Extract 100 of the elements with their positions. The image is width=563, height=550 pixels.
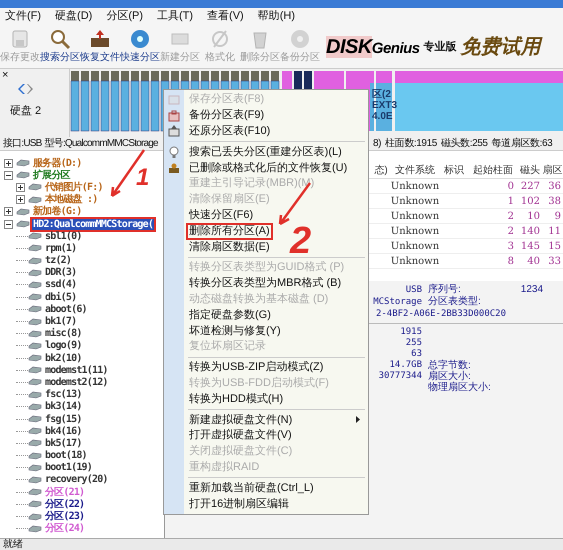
expander-icon[interactable] — [4, 220, 13, 229]
tree-item[interactable]: bk4(16) — [44, 426, 83, 437]
tree-item[interactable]: 新加卷(G:) — [32, 206, 82, 218]
drive-icon — [16, 159, 30, 168]
expander-icon[interactable] — [4, 170, 13, 180]
menu-item[interactable]: 坏道检测与修复(Y) — [188, 324, 282, 338]
tree-item[interactable]: 分区(22) — [44, 498, 86, 510]
column-header[interactable]: 态) — [372, 163, 390, 178]
expander-icon[interactable] — [16, 195, 25, 204]
toolbar-button[interactable]: 快速分区 — [120, 26, 160, 68]
tree-item[interactable]: aboot(6) — [44, 304, 88, 315]
table-cell-text: 1 — [506, 194, 515, 208]
column-header[interactable]: 文件系统 — [390, 163, 440, 178]
detail-value: 14.7GB — [389, 360, 422, 371]
menu-item[interactable]: 指定硬盘参数(G) — [188, 308, 272, 322]
tree-item[interactable]: rpm(1) — [44, 242, 78, 254]
tree-item[interactable]: tz(2) — [44, 255, 72, 266]
close-icon[interactable]: × — [2, 69, 8, 81]
menu-item[interactable]: 工具(T) — [157, 8, 194, 25]
tree-item[interactable]: DDR(3) — [44, 267, 78, 278]
detail-label: 扇区大小: — [428, 371, 471, 382]
tree-item[interactable]: modemst1(11) — [44, 364, 109, 376]
drive-icon — [28, 318, 42, 326]
toolbar-button[interactable]: 搜索分区 — [40, 26, 80, 68]
table-cell-text: 102 — [520, 194, 541, 208]
slashed-circle-icon — [209, 28, 231, 50]
tree-item[interactable]: bk3(14) — [44, 401, 83, 412]
tree-item[interactable]: boot(18) — [44, 450, 88, 462]
menu-item[interactable]: 新建虚拟硬盘文件(N) — [188, 414, 294, 427]
menu-item[interactable]: 转换分区表类型为MBR格式 (B) — [188, 277, 342, 290]
tree-item[interactable]: modemst2(12) — [44, 376, 109, 388]
tree-item[interactable]: 代销图片(F:) — [44, 182, 104, 193]
menu-item[interactable]: 打开虚拟硬盘文件(V) — [188, 429, 293, 442]
detail-label: 总字节数: — [428, 360, 472, 371]
toolbar-button[interactable]: 恢复文件 — [80, 26, 120, 68]
menu-item[interactable]: 删除所有分区(A) — [188, 224, 271, 238]
column-header[interactable]: 扇区 — [542, 163, 563, 178]
menu-item[interactable]: 打开16进制扇区编辑 — [188, 498, 290, 511]
drive-icon — [28, 256, 42, 265]
expander-icon[interactable] — [4, 207, 13, 216]
tree-item[interactable]: 服务器(D:) — [32, 158, 82, 169]
column-header[interactable]: 标识 — [440, 163, 468, 178]
tree-item[interactable]: fsc(13) — [44, 389, 83, 400]
menu-item[interactable]: 备份分区表(F9) — [188, 109, 266, 122]
drive-icon — [28, 452, 42, 460]
drive-icon — [28, 196, 42, 204]
table-cell-text: 9 — [554, 210, 562, 224]
tree-item[interactable]: boot1(19) — [44, 462, 93, 474]
drive-icon — [28, 427, 42, 436]
tree-item[interactable]: fsg(15) — [44, 414, 83, 425]
drive-icon — [28, 305, 42, 314]
table-cell-text: 36 — [547, 180, 562, 194]
annotation-number: 2 — [290, 222, 312, 260]
drive-icon — [28, 280, 42, 289]
table-cell-text: 227 — [520, 180, 541, 194]
tree-item[interactable]: bk5(17) — [44, 438, 83, 449]
disc-icon — [129, 28, 151, 50]
annotation-number: 1 — [136, 166, 150, 190]
tree-item[interactable]: bk1(7) — [44, 316, 78, 328]
table-cell-text: 3 — [506, 240, 515, 254]
tree-item[interactable]: logo(9) — [44, 340, 83, 352]
detail-value: USB — [406, 284, 422, 296]
menu-item[interactable]: 重新加载当前硬盘(Ctrl_L) — [188, 482, 315, 495]
menu-item[interactable]: 转换为HDD模式(H) — [188, 392, 284, 406]
menu-item[interactable]: 帮助(H) — [258, 8, 295, 25]
detail-value: 2-4BF2-A06E-2BB33D000C20 — [376, 308, 506, 320]
tree-item[interactable]: sbl1(0) — [44, 230, 83, 242]
tree-item[interactable]: 分区(23) — [44, 511, 86, 522]
menu-item[interactable]: 硬盘(D) — [55, 8, 92, 25]
detail-value: 1234 — [520, 284, 544, 297]
tree-item[interactable]: bk2(10) — [44, 352, 83, 364]
tree-item[interactable]: 扩展分区 — [32, 170, 71, 181]
tree-item[interactable]: misc(8) — [44, 328, 83, 340]
menu-item[interactable]: 转换为USB-ZIP启动模式(Z) — [188, 361, 324, 374]
tree-item[interactable]: recovery(20) — [44, 474, 109, 486]
column-header[interactable]: 磁头 — [518, 163, 542, 178]
menu-item[interactable]: 还原分区表(F10) — [188, 124, 272, 138]
menu-item[interactable]: 搜索已丢失分区(重建分区表)(L) — [188, 146, 343, 159]
column-header[interactable]: 起始柱面 — [468, 163, 518, 178]
menu-item[interactable]: 已删除或格式化后的文件恢复(U) — [188, 162, 348, 175]
table-cell-text: Unknown — [390, 210, 440, 224]
tree-item[interactable]: HD2:QualcommMMCStorage( — [32, 218, 154, 230]
tree-item[interactable]: dbi(5) — [44, 292, 78, 303]
nav-arrows-icon[interactable] — [16, 83, 36, 95]
drive-icon — [28, 342, 42, 350]
drive-icon — [28, 476, 42, 484]
drive-icon — [28, 366, 42, 374]
menu-item[interactable]: 清除扇区数据(E) — [188, 240, 271, 254]
menu-item[interactable]: 分区(P) — [106, 8, 143, 25]
menu-item[interactable]: 快速分区(F6) — [188, 208, 254, 222]
expander-icon[interactable] — [4, 158, 13, 168]
tree-item[interactable]: 本地磁盘 :) — [44, 194, 98, 206]
table-icon — [168, 94, 180, 106]
tree-item[interactable]: ssd(4) — [44, 279, 78, 290]
menu-item[interactable]: 查看(V) — [207, 8, 244, 25]
edition-label: 专业版 — [424, 40, 457, 55]
promo-text: 免费试用 — [460, 35, 541, 60]
expander-icon[interactable] — [16, 182, 25, 192]
menu-item[interactable]: 文件(F) — [5, 8, 42, 25]
drive-icon — [28, 232, 42, 240]
